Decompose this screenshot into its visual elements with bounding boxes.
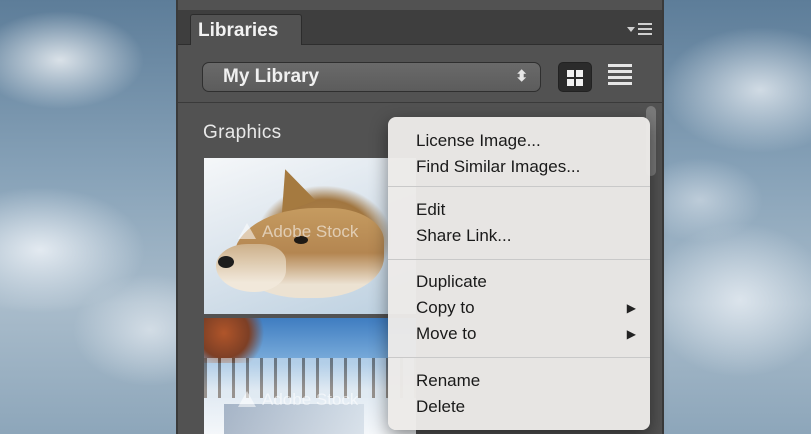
adobe-stock-watermark: Adobe Stock xyxy=(238,390,358,410)
submenu-arrow-icon: ▶ xyxy=(626,301,636,315)
library-select-value: My Library xyxy=(223,66,320,87)
menu-item-share-link[interactable]: Share Link... xyxy=(416,224,640,248)
adobe-logo-icon xyxy=(238,223,256,239)
grid-view-button[interactable] xyxy=(558,62,592,92)
list-view-icon xyxy=(608,64,632,85)
menu-item-rename[interactable]: Rename xyxy=(416,369,640,393)
library-select[interactable]: My Library ⬍ xyxy=(202,62,541,92)
adobe-logo-icon xyxy=(238,391,256,407)
graphic-thumbnail-dog[interactable]: Adobe Stock xyxy=(204,158,416,314)
select-arrows-icon: ⬍ xyxy=(515,68,528,85)
menu-separator xyxy=(388,259,650,260)
menu-item-delete[interactable]: Delete xyxy=(416,395,640,419)
panel-divider xyxy=(178,102,662,103)
submenu-arrow-icon: ▶ xyxy=(626,327,636,341)
list-view-button[interactable] xyxy=(608,64,632,90)
menu-item-copy-to[interactable]: Copy to ▶ xyxy=(416,296,640,320)
menu-item-license-image[interactable]: License Image... xyxy=(416,129,640,153)
menu-item-move-to[interactable]: Move to ▶ xyxy=(416,322,640,346)
panel-tab-bar: Libraries xyxy=(178,10,662,45)
tab-libraries[interactable]: Libraries xyxy=(190,14,302,45)
adobe-stock-watermark: Adobe Stock xyxy=(238,222,358,242)
context-menu: License Image... Find Similar Images... … xyxy=(388,117,650,430)
menu-item-find-similar-images[interactable]: Find Similar Images... xyxy=(416,155,640,179)
section-label-graphics: Graphics xyxy=(203,122,282,143)
graphic-thumbnail-snow[interactable]: Adobe Stock xyxy=(204,318,416,434)
menu-item-edit[interactable]: Edit xyxy=(416,198,640,222)
menu-separator xyxy=(388,186,650,187)
menu-item-duplicate[interactable]: Duplicate xyxy=(416,270,640,294)
menu-separator xyxy=(388,357,650,358)
